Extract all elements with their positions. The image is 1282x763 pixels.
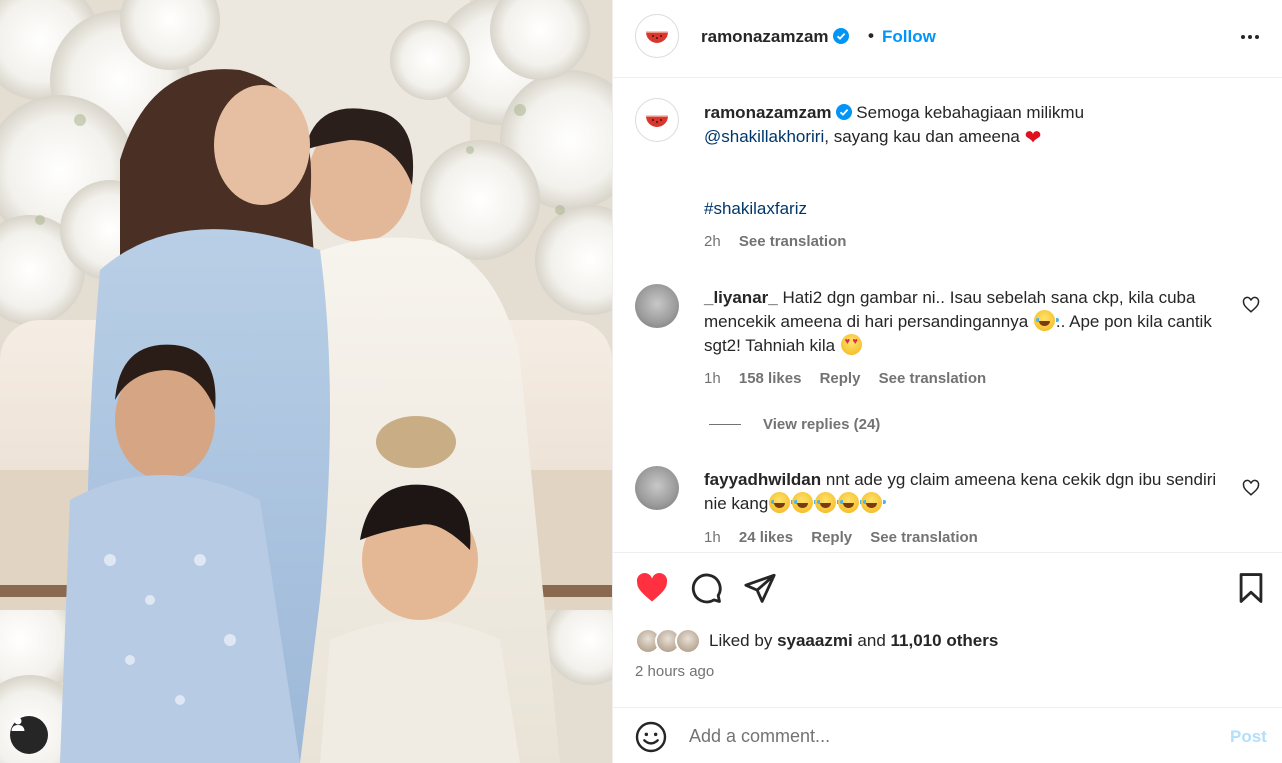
comment-see-translation[interactable]: See translation xyxy=(870,529,978,546)
heart-eyes-emoji-icon xyxy=(840,334,862,355)
tears-of-joy-emoji-icon xyxy=(861,492,887,513)
bookmark-icon[interactable] xyxy=(1234,571,1268,605)
comment-text: fayyadhwildan nnt ade yg claim ameena ke… xyxy=(704,468,1234,516)
comment-input[interactable] xyxy=(689,722,1209,750)
likes-summary[interactable]: Liked by syaaazmi and 11,010 others xyxy=(635,628,998,654)
caption-time[interactable]: 2h xyxy=(704,233,721,250)
caption-author-avatar[interactable] xyxy=(635,98,679,142)
caption-meta: 2h See translation xyxy=(704,233,860,250)
tears-of-joy-emoji-icon xyxy=(838,492,864,513)
comment-time[interactable]: 1h xyxy=(704,529,721,546)
actions-divider xyxy=(613,552,1282,553)
watermelon-logo-icon xyxy=(646,31,668,43)
comment-meta: 1h 158 likes Reply See translation xyxy=(704,370,1000,387)
tagged-users-button[interactable] xyxy=(10,716,48,754)
tears-of-joy-emoji-icon xyxy=(1033,310,1059,331)
post-timestamp: 2 hours ago xyxy=(635,663,715,680)
comment-like-heart-icon[interactable] xyxy=(1242,479,1260,497)
verified-badge-icon xyxy=(835,104,852,120)
caption-see-translation[interactable]: See translation xyxy=(739,233,847,250)
comment-like-heart-icon[interactable] xyxy=(1242,296,1260,314)
smile-icon[interactable] xyxy=(635,721,667,753)
more-options-icon[interactable] xyxy=(1236,26,1264,48)
share-icon[interactable] xyxy=(743,571,777,605)
comment-time[interactable]: 1h xyxy=(704,370,721,387)
comment-reply-button[interactable]: Reply xyxy=(820,370,861,387)
comment-likes[interactable]: 24 likes xyxy=(739,529,793,546)
likes-prefix: Liked by xyxy=(709,631,773,650)
caption-username[interactable]: ramonazamzam xyxy=(704,103,832,122)
likes-others[interactable]: 11,010 others xyxy=(891,631,999,651)
user-icon xyxy=(11,717,25,731)
author-username[interactable]: ramonazamzam xyxy=(701,27,849,47)
caption-text: ramonazamzam Semoga kebahagiaan milikmu … xyxy=(704,101,1264,150)
tears-of-joy-emoji-icon xyxy=(769,492,795,513)
post-details-panel: ramonazamzam • Follow ramonazamzam Semog… xyxy=(612,0,1282,763)
post-header: ramonazamzam • Follow xyxy=(613,0,1282,78)
likes-and: and xyxy=(857,631,886,650)
comment-likes[interactable]: 158 likes xyxy=(739,370,802,387)
comment-icon[interactable] xyxy=(689,571,723,605)
caption-body-1: Semoga kebahagiaan milikmu xyxy=(856,103,1085,122)
post-comment-button[interactable]: Post xyxy=(1230,727,1267,747)
view-replies-label: View replies (24) xyxy=(763,416,881,433)
heart-icon[interactable] xyxy=(635,571,669,605)
author-avatar[interactable] xyxy=(635,14,679,58)
commenter-avatar[interactable] xyxy=(635,466,679,510)
replies-divider-line xyxy=(709,424,741,425)
comment-text: _liyanar_ Hati2 dgn gambar ni.. Isau seb… xyxy=(704,286,1234,358)
follow-button[interactable]: Follow xyxy=(882,27,936,47)
likes-user[interactable]: syaaazmi xyxy=(777,631,853,651)
tears-of-joy-emoji-icon xyxy=(792,492,818,513)
verified-badge-icon xyxy=(832,28,849,44)
post-modal: ramonazamzam • Follow ramonazamzam Semog… xyxy=(0,0,1282,763)
tears-of-joy-emoji-icon xyxy=(815,492,841,513)
watermelon-logo-icon xyxy=(646,115,668,127)
comment-meta: 1h 24 likes Reply See translation xyxy=(704,529,992,546)
header-separator: • xyxy=(868,26,874,45)
comment-reply-button[interactable]: Reply xyxy=(811,529,852,546)
liker-avatars xyxy=(635,628,705,654)
photo-illustration xyxy=(0,0,612,763)
caption-mention[interactable]: @shakillakhoriri xyxy=(704,127,824,146)
comment-username[interactable]: fayyadhwildan xyxy=(704,470,821,489)
add-comment-bar: Post xyxy=(613,707,1282,763)
commenter-avatar[interactable] xyxy=(635,284,679,328)
view-replies-button[interactable]: View replies (24) xyxy=(709,416,880,433)
post-photo[interactable] xyxy=(0,0,612,763)
comment-see-translation[interactable]: See translation xyxy=(879,370,987,387)
caption-body-2: , sayang kau dan ameena xyxy=(824,127,1020,146)
caption-hashtag[interactable]: #shakilaxfariz xyxy=(704,199,807,219)
comment-username[interactable]: _liyanar_ xyxy=(704,288,778,307)
red-heart-emoji-icon: ❤ xyxy=(1024,127,1042,149)
